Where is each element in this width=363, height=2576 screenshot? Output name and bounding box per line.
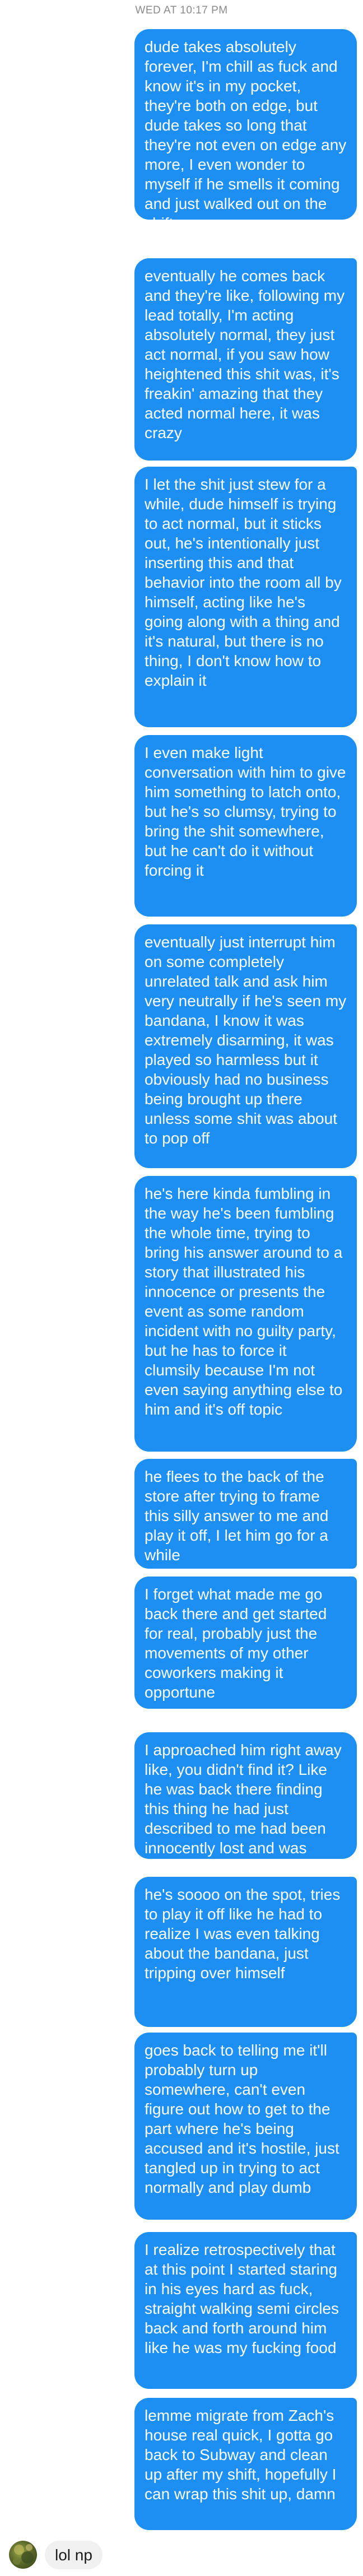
outgoing-message[interactable]: he's soooo on the spot, tries to play it… — [134, 1877, 357, 2027]
outgoing-message[interactable]: I realize retrospectively that at this p… — [134, 2232, 357, 2389]
outgoing-message[interactable]: I forget what made me go back there and … — [134, 1577, 357, 1709]
outgoing-message[interactable]: goes back to telling me it'll probably t… — [134, 2033, 357, 2220]
incoming-message-row: lol np — [9, 2540, 103, 2569]
outgoing-message[interactable]: he flees to the back of the store after … — [134, 1459, 357, 1569]
outgoing-message[interactable]: I let the shit just stew for a while, du… — [134, 467, 357, 727]
outgoing-message[interactable]: eventually he comes back and they're lik… — [134, 258, 357, 461]
outgoing-message[interactable]: dude takes absolutely forever, I'm chill… — [134, 29, 357, 232]
incoming-message[interactable]: lol np — [45, 2540, 103, 2569]
outgoing-message[interactable]: he's here kinda fumbling in the way he's… — [134, 1176, 357, 1452]
outgoing-message[interactable]: I even make light conversation with him … — [134, 735, 357, 917]
avatar-photo-icon[interactable] — [9, 2541, 37, 2569]
outgoing-message[interactable]: lemme migrate from Zach's house real qui… — [134, 2398, 357, 2530]
timestamp: WED AT 10:17 PM — [135, 4, 228, 16]
outgoing-message[interactable]: eventually just interrupt him on some co… — [134, 924, 357, 1168]
outgoing-message[interactable]: I approached him right away like, you di… — [134, 1732, 357, 1876]
